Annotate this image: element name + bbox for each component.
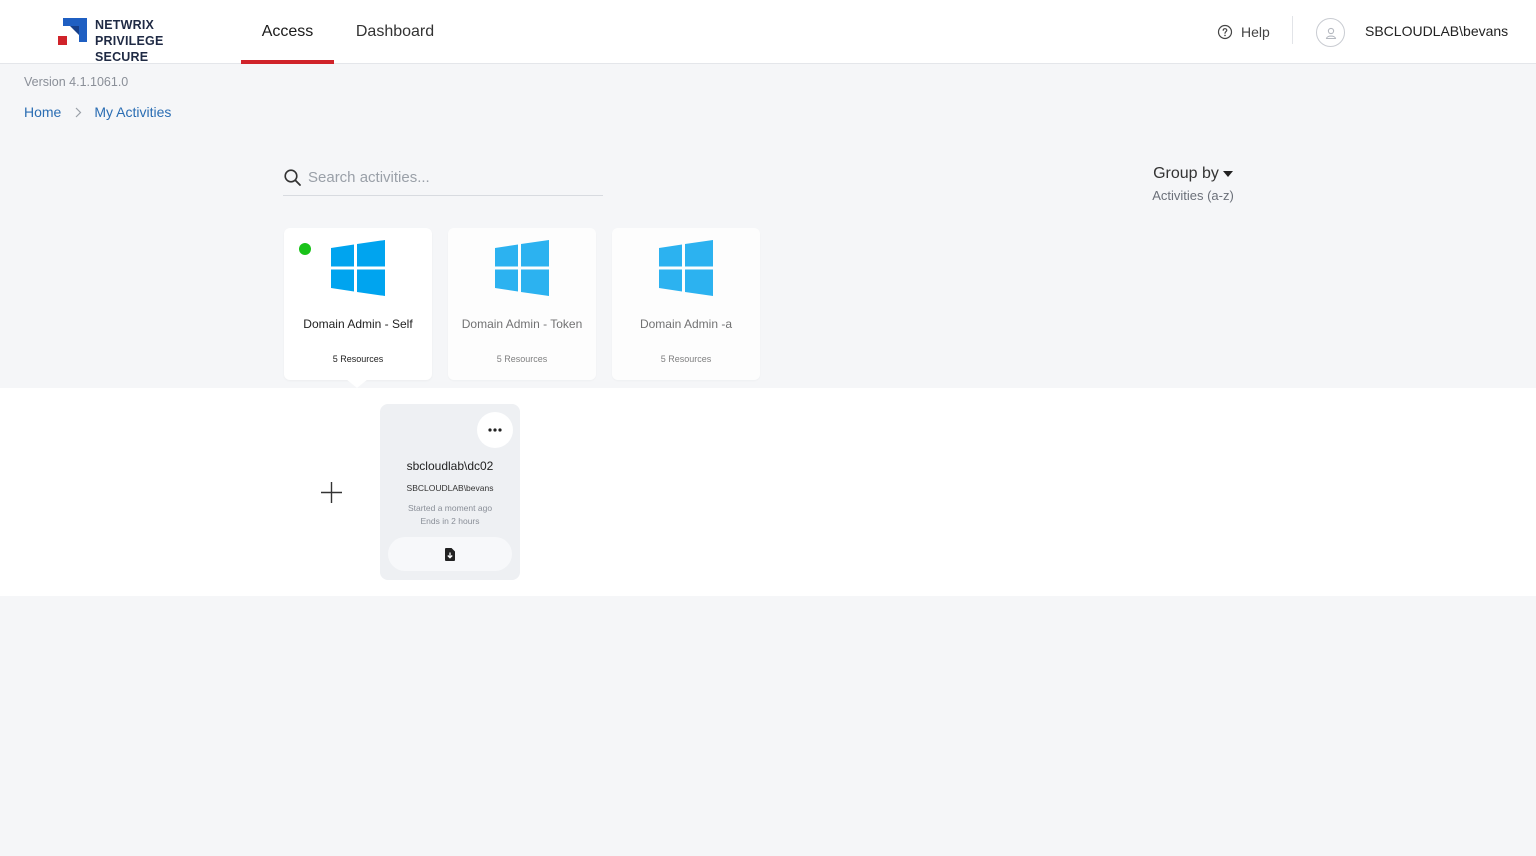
activity-card-domain-admin-self[interactable]: Domain Admin - Self 5 Resources: [284, 228, 432, 380]
header-divider: [1292, 16, 1293, 44]
download-rdp-button[interactable]: [388, 537, 512, 571]
activity-title: Domain Admin -a: [639, 317, 733, 331]
group-by-control[interactable]: Group by Activities (a-z): [1146, 165, 1240, 203]
search-bar: [283, 164, 603, 196]
group-by-value: Activities (a-z): [1152, 188, 1234, 203]
download-file-icon: [445, 547, 455, 561]
add-session-button[interactable]: [318, 479, 345, 506]
activity-card-domain-admin-token[interactable]: Domain Admin - Token 5 Resources: [448, 228, 596, 380]
chevron-right-icon: [75, 107, 82, 118]
help-label: Help: [1241, 24, 1270, 40]
top-header: NETWRIX PRIVILEGE SECURE Access Dashboar…: [0, 0, 1536, 64]
version-label: Version 4.1.1061.0: [24, 75, 129, 89]
brand-name: NETWRIX PRIVILEGE SECURE: [95, 17, 217, 65]
help-button[interactable]: Help: [1217, 22, 1270, 42]
activity-title: Domain Admin - Self: [303, 317, 413, 331]
username[interactable]: SBCLOUDLAB\bevans: [1365, 23, 1508, 39]
brand-line-2: PRIVILEGE SECURE: [95, 34, 164, 64]
activity-resources: 5 Resources: [660, 354, 712, 364]
session-card[interactable]: sbcloudlab\dc02 SBCLOUDLAB\bevans Starte…: [380, 404, 520, 580]
windows-icon: [659, 240, 713, 296]
caret-down-icon: [1222, 170, 1233, 177]
session-panel: [0, 388, 1536, 596]
brand-line-1: NETWRIX: [95, 18, 155, 32]
breadcrumb-my-activities[interactable]: My Activities: [94, 104, 171, 120]
help-icon: [1217, 24, 1233, 40]
windows-icon: [495, 240, 549, 296]
group-by-title[interactable]: Group by: [1146, 165, 1240, 183]
breadcrumb: Home My Activities: [24, 104, 171, 120]
session-started: Started a moment ago: [407, 503, 493, 513]
windows-icon: [331, 240, 385, 296]
more-options-button[interactable]: [477, 412, 513, 448]
active-status-dot: [299, 243, 311, 255]
activity-resources: 5 Resources: [496, 354, 548, 364]
tab-access[interactable]: Access: [241, 0, 334, 64]
tab-dashboard[interactable]: Dashboard: [346, 0, 444, 63]
activity-card-domain-admin-a[interactable]: Domain Admin -a 5 Resources: [612, 228, 760, 380]
session-host: sbcloudlab\dc02: [406, 459, 494, 473]
activity-title: Domain Admin - Token: [461, 317, 583, 331]
search-input[interactable]: [308, 169, 588, 186]
netwrix-logo[interactable]: NETWRIX PRIVILEGE SECURE: [57, 16, 217, 64]
user-avatar[interactable]: [1316, 18, 1345, 47]
group-by-label: Group by: [1153, 165, 1219, 182]
search-icon: [283, 168, 303, 188]
selected-card-pointer: [346, 379, 368, 388]
ellipsis-icon: [488, 428, 502, 432]
netwrix-logo-icon: [58, 18, 87, 45]
session-user: SBCLOUDLAB\bevans: [406, 483, 494, 493]
breadcrumb-home[interactable]: Home: [24, 104, 61, 120]
session-ends: Ends in 2 hours: [420, 516, 480, 526]
user-icon: [1325, 27, 1336, 39]
activity-resources: 5 Resources: [332, 354, 384, 364]
